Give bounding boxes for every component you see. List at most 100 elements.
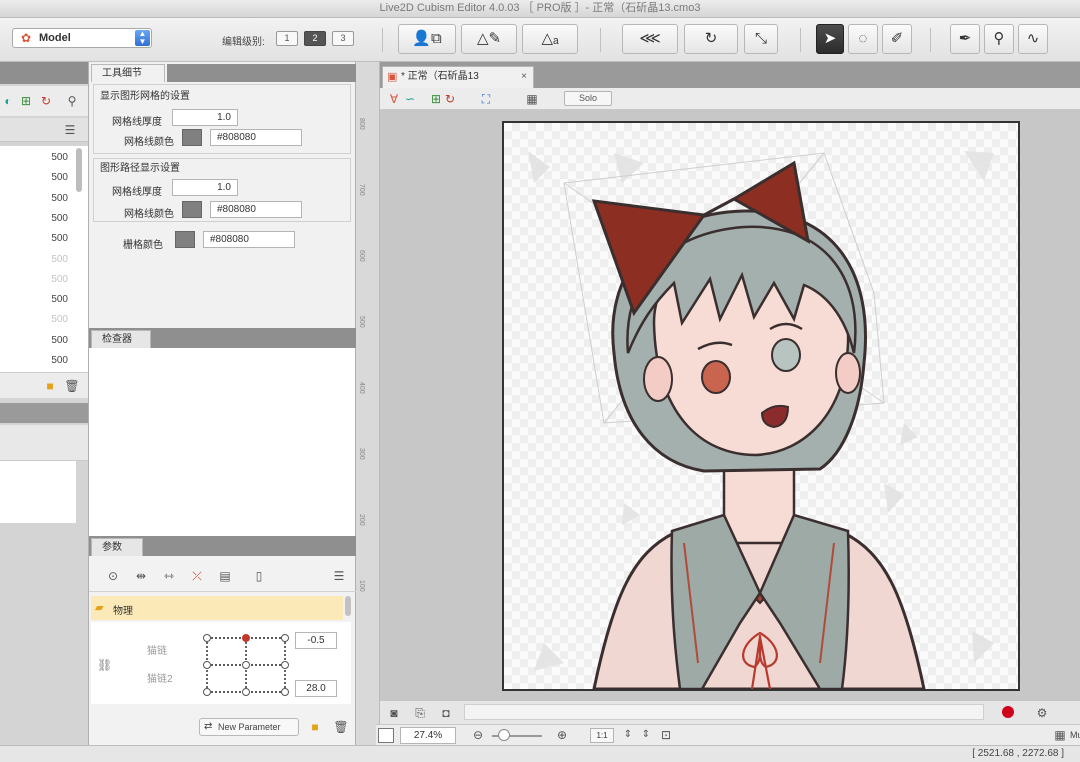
cursor-icon: ➤ [823,30,837,47]
menu-icon[interactable]: ☰ [62,122,78,138]
horizontal-scrollbar[interactable] [464,704,984,720]
param-point-marker[interactable] [242,634,250,642]
grid-color-swatch[interactable] [175,231,195,248]
grid-icon[interactable]: ⊞ [18,93,34,109]
param2-value-input[interactable]: 28.0 [295,680,337,697]
path-color-input[interactable]: #808080 [210,201,302,218]
params-scrollbar[interactable] [345,596,351,616]
list-item[interactable]: 500 [0,229,88,250]
mode-select[interactable]: ✿ Model ▲ ▼ [12,28,152,48]
list-item[interactable]: 500 [0,331,88,352]
zoom-out-icon[interactable]: ⊖ [470,727,486,743]
folder-icon[interactable]: ■ [307,719,323,735]
list-item[interactable]: 500 [0,270,88,291]
solo-button[interactable]: Solo [564,91,612,106]
params-toolbar: ⊙ ⇹ ⇿ ⤫ ▤ ▯ ☰ [89,560,357,592]
mesh-edit-button[interactable]: △✎ [461,24,517,54]
lasso-tool-button[interactable]: ◌ [848,24,878,54]
ruler-label: 500 [358,316,365,328]
list-item[interactable]: 500 [0,209,88,230]
grid-menu-icon[interactable]: ▦ [1052,727,1068,743]
zoom-reset-button[interactable]: 1:1 [590,728,614,743]
key-add-icon[interactable]: ⇹ [133,568,149,584]
left-panel-header [0,62,88,84]
path-color-swatch[interactable] [182,201,202,218]
record-icon[interactable] [1002,706,1014,718]
tab-tool-details[interactable]: 工具细节 [91,64,165,82]
list-item[interactable]: 500 [0,290,88,311]
list-item[interactable]: 500 [0,351,88,372]
visibility-icon[interactable]: ◐ [0,93,16,109]
trash-icon[interactable]: 🗑 [64,378,80,394]
clip-icon[interactable]: ⎘ [412,705,428,721]
model-canvas[interactable] [502,121,1020,691]
mesh-color-swatch[interactable] [182,129,202,146]
camera-icon[interactable]: ◙ [386,705,402,721]
new-parameter-button[interactable]: ⇄ New Parameter [199,718,299,736]
zoom-input[interactable]: 27.4% [400,727,456,744]
param-2d-grid[interactable] [201,632,291,698]
video-camera-icon[interactable]: ◘ [438,705,454,721]
tool-details-panel: 工具细节 显示图形网格的设置 网格线厚度 1.0 网格线颜色 #808080 图… [88,62,357,328]
edit-level-3-button[interactable]: 3 [332,31,354,46]
param1-value-input[interactable]: -0.5 [295,632,337,649]
path-thickness-input[interactable]: 1.0 [172,179,238,196]
arrow-tool-button[interactable]: ➤ [816,24,844,54]
mesh-color-input[interactable]: #808080 [210,129,302,146]
left-panel-header-2 [0,403,88,423]
mesh-thickness-input[interactable]: 1.0 [172,109,238,126]
gear-icon[interactable]: ⚙ [1034,705,1050,721]
folder-icon: ▰ [95,602,104,614]
ruler-label: 800 [358,118,365,130]
canvas-bg-toggle[interactable] [378,728,394,743]
pin-tool-button[interactable]: ⚲ [984,24,1014,54]
view-tab-strip: ▣ * 正常（石斫晶13 × [380,62,1080,88]
page-icon[interactable]: ▯ [251,568,267,584]
folder-icon[interactable]: ■ [42,378,58,394]
reset-view-icon[interactable]: ⊡ [658,727,674,743]
param-group-physics[interactable]: ▰ 物理 [91,596,343,620]
tab-parameters[interactable]: 参数 [91,538,143,556]
pen-tool-button[interactable]: ✒ [950,24,980,54]
close-tab-icon[interactable]: × [521,67,527,87]
edit-level-1-button[interactable]: 1 [276,31,298,46]
list-item[interactable]: 500 [0,189,88,210]
tab-inspector[interactable]: 检查器 [91,330,151,348]
key-delete-icon[interactable]: ⤫ [189,568,205,584]
brush-select-button[interactable]: ✐ [882,24,912,54]
rotate-stepper-icon[interactable]: ⇕ [620,727,636,743]
rotation-deformer-button[interactable]: ↻ [684,24,738,54]
glue-button[interactable]: ⤡ [744,24,778,54]
zoom-in-icon[interactable]: ⊕ [554,727,570,743]
list-item[interactable]: 500 [0,250,88,271]
left-panel-icon-row: ◐ ⊞ ↻ ⚲ [0,86,88,116]
params-menu-icon[interactable]: ☰ [331,568,347,584]
vertical-ruler: 800 700 600 500 400 300 200 100 [356,62,380,745]
pin-icon[interactable]: ⚲ [64,93,80,109]
rotate-icon[interactable]: ↻ [38,93,54,109]
list-item[interactable]: 500 [0,148,88,169]
texture-atlas-button[interactable]: 👤⧉ [398,24,456,54]
curve-tool-button[interactable]: ∿ [1018,24,1048,54]
path-visible-icon[interactable]: ∽ [402,91,418,107]
mesh-thickness-label: 网格线厚度 [112,117,162,128]
list-item[interactable]: 500 [0,168,88,189]
collapse-icon[interactable]: ⊙ [105,568,121,584]
trash-icon[interactable]: 🗑 [333,719,349,735]
tab-view-document[interactable]: ▣ * 正常（石斫晶13 × [382,66,534,88]
auto-mesh-button[interactable]: △ₐ [522,24,578,54]
zoom-slider-thumb[interactable] [498,729,510,741]
key-remove-icon[interactable]: ⇿ [161,568,177,584]
mesh-visible-icon[interactable]: ∀ [386,91,402,107]
grid-color-input[interactable]: #808080 [203,231,295,248]
flip-stepper-icon[interactable]: ⇕ [638,727,654,743]
rotation-visible-icon[interactable]: ↻ [442,91,458,107]
mute-label: Mu [1070,730,1080,740]
deformer-button[interactable]: ⋘ [622,24,678,54]
table-icon[interactable]: ▤ [217,568,233,584]
grid-toggle-icon[interactable]: ▦ [524,91,540,107]
fit-view-icon[interactable]: ⛶ [478,91,494,107]
list-item[interactable]: 500 [0,310,88,331]
edit-level-2-button[interactable]: 2 [304,31,326,46]
select-arrow-icon: ▲ ▼ [135,30,150,46]
